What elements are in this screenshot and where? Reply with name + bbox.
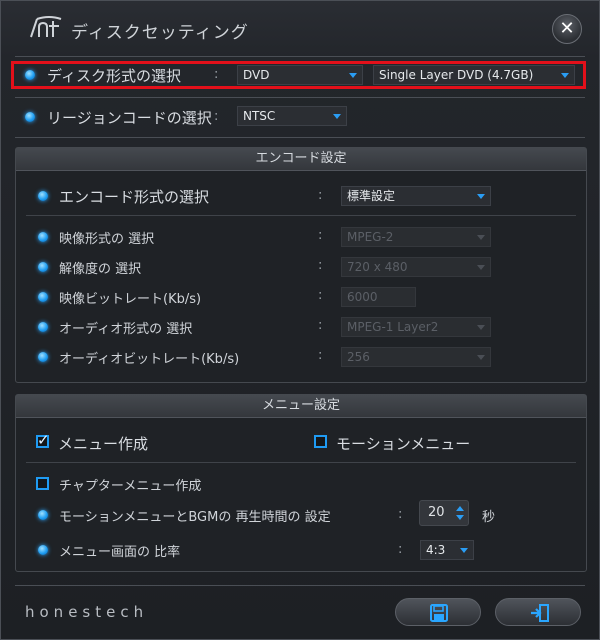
audio-format-label: オーディオ形式の 選択: [59, 322, 193, 337]
chapter-menu-label: チャプターメニュー作成: [59, 479, 202, 494]
menu-settings-header: メニュー設定: [16, 395, 586, 418]
video-bitrate-value: 6000: [347, 290, 378, 304]
aspect-ratio-value: 4:3: [426, 543, 446, 557]
encode-format-value: 標準設定: [347, 189, 396, 203]
video-format-value: MPEG-2: [347, 230, 394, 244]
chevron-down-icon[interactable]: [456, 515, 464, 520]
exit-button[interactable]: [495, 598, 581, 626]
bullet-icon: [25, 112, 35, 122]
disc-format-label: ディスク形式の選択: [47, 67, 181, 85]
floppy-disk-icon: [430, 604, 448, 622]
colon: :: [318, 188, 323, 203]
close-button[interactable]: ✕: [552, 14, 582, 44]
chevron-down-icon: [561, 73, 569, 78]
divider: [15, 97, 585, 98]
colon: :: [214, 109, 219, 124]
window-title: ディスクセッティング: [71, 23, 249, 43]
bullet-icon: [38, 510, 48, 520]
chevron-down-icon: [477, 194, 485, 199]
motion-time-unit: 秒: [482, 510, 496, 525]
region-value: NTSC: [243, 109, 276, 123]
title-bar: ディスクセッティング ✕: [1, 1, 599, 53]
resolution-value: 720 x 480: [347, 260, 408, 274]
disc-format-select[interactable]: DVD: [237, 65, 363, 85]
colon: :: [318, 318, 323, 333]
title-divider: [15, 56, 585, 57]
motion-time-stepper[interactable]: 20: [419, 500, 469, 526]
encode-format-label: エンコード形式の選択: [59, 188, 210, 206]
colon: :: [318, 258, 323, 273]
audio-bitrate-select[interactable]: 256: [341, 347, 491, 367]
encode-settings-group: エンコード設定 エンコード形式の選択 : 標準設定 映像形式の 選択 : MPE…: [15, 147, 587, 383]
chevron-down-icon: [460, 548, 468, 553]
checkmark-icon: ✓: [37, 431, 50, 449]
divider: [15, 137, 585, 138]
chevron-down-icon: [349, 73, 357, 78]
video-bitrate-input[interactable]: 6000: [341, 287, 416, 307]
menu-settings-group: メニュー設定 ✓ メニュー作成 モーションメニュー チャプターメニュー作成 モー…: [15, 394, 587, 572]
disc-type-value: Single Layer DVD (4.7GB): [379, 68, 534, 82]
region-select[interactable]: NTSC: [237, 106, 347, 126]
divider: [26, 462, 576, 463]
video-bitrate-label: 映像ビットレート(Kb/s): [59, 292, 202, 307]
bullet-icon: [38, 232, 48, 242]
motion-time-label: モーションメニューとBGMの 再生時間の 設定: [59, 510, 331, 525]
bullet-icon: [38, 262, 48, 272]
bullet-icon: [38, 292, 48, 302]
colon: :: [318, 348, 323, 363]
chevron-down-icon: [333, 114, 341, 119]
chevron-up-icon[interactable]: [456, 506, 464, 511]
video-format-select[interactable]: MPEG-2: [341, 227, 491, 247]
bullet-icon: [38, 352, 48, 362]
aspect-ratio-select[interactable]: 4:3: [420, 540, 474, 560]
audio-bitrate-label: オーディオビットレート(Kb/s): [59, 352, 240, 367]
divider: [26, 215, 576, 216]
motion-menu-label: モーションメニュー: [336, 435, 471, 453]
create-menu-checkbox[interactable]: ✓: [36, 431, 50, 449]
colon: :: [318, 288, 323, 303]
save-button[interactable]: [395, 598, 481, 626]
chevron-down-icon: [477, 265, 485, 270]
audio-format-select[interactable]: MPEG-1 Layer2: [341, 317, 491, 337]
encode-settings-header: エンコード設定: [16, 148, 586, 171]
chevron-down-icon: [477, 235, 485, 240]
create-menu-label: メニュー作成: [58, 435, 149, 453]
disc-settings-window: ディスクセッティング ✕ ディスク形式の選択 : DVD Single Laye…: [0, 0, 600, 640]
disc-type-select[interactable]: Single Layer DVD (4.7GB): [373, 65, 575, 85]
encode-format-select[interactable]: 標準設定: [341, 186, 491, 206]
brand-logo: honestech: [25, 603, 149, 621]
footer-divider: [15, 585, 585, 586]
bullet-icon: [38, 191, 48, 201]
colon: :: [318, 228, 323, 243]
bullet-icon: [38, 322, 48, 332]
resolution-select[interactable]: 720 x 480: [341, 257, 491, 277]
colon: :: [214, 67, 219, 82]
resolution-label: 解像度の 選択: [59, 262, 142, 277]
motion-menu-checkbox[interactable]: [314, 435, 327, 448]
audio-bitrate-value: 256: [347, 350, 370, 364]
aspect-ratio-label: メニュー画面の 比率: [59, 545, 181, 560]
exit-door-icon: [531, 604, 549, 622]
chevron-down-icon: [477, 355, 485, 360]
ht-logo-icon: [30, 16, 62, 38]
chevron-down-icon: [477, 325, 485, 330]
region-label: リージョンコードの選択: [47, 109, 212, 127]
audio-format-value: MPEG-1 Layer2: [347, 320, 439, 334]
video-format-label: 映像形式の 選択: [59, 232, 155, 247]
colon: :: [398, 507, 403, 522]
colon: :: [398, 542, 403, 557]
chapter-menu-checkbox[interactable]: [36, 477, 49, 490]
bullet-icon: [38, 545, 48, 555]
motion-time-value: 20: [428, 505, 445, 520]
disc-format-value: DVD: [243, 68, 270, 82]
bullet-icon: [25, 70, 35, 80]
